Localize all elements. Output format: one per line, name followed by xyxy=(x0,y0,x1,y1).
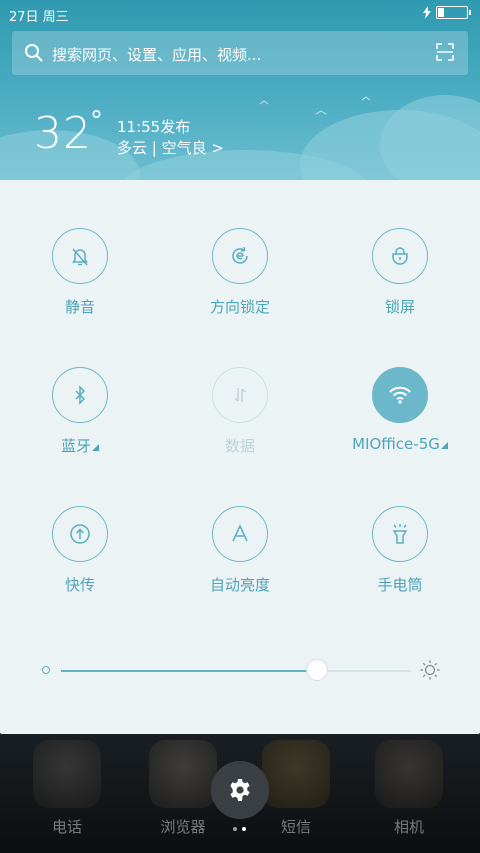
toggle-label: 蓝牙 xyxy=(0,435,160,456)
mobile-data-icon xyxy=(234,388,246,402)
toggle-circle[interactable] xyxy=(52,506,108,562)
charging-icon xyxy=(423,6,431,19)
toggle-circle[interactable] xyxy=(372,367,428,423)
app-label: 浏览器 xyxy=(160,818,206,836)
browser-app-icon xyxy=(149,740,217,808)
camera-app-icon xyxy=(375,740,443,808)
toggle-lock-screen[interactable]: 锁屏 xyxy=(320,228,480,317)
toggle-label: MIOffice-5G xyxy=(320,435,480,453)
lock-icon xyxy=(392,247,408,265)
toggle-circle[interactable] xyxy=(372,228,428,284)
toggle-label: 数据 xyxy=(224,437,255,455)
toggle-label: 手电筒 xyxy=(377,576,423,594)
toggle-mobile-data[interactable]: 数据 xyxy=(160,367,320,456)
search-icon xyxy=(25,44,43,62)
quick-settings-panel: 静音 方向锁定 锁屏 蓝牙 数据 MIOffice-5G 快传 自动亮度 手电筒 xyxy=(0,180,480,734)
flashlight-icon xyxy=(392,524,408,544)
brightness-slider-thumb[interactable] xyxy=(305,659,328,681)
weather-header: 27日 周三 搜索网页、设置、应用、视频... 32 ° 11:55发布 多云 … xyxy=(0,0,480,180)
settings-button[interactable] xyxy=(211,761,269,819)
app-label: 短信 xyxy=(280,818,311,836)
gear-icon xyxy=(230,779,250,801)
toggle-circle[interactable] xyxy=(52,228,108,284)
page-dot-active xyxy=(242,827,246,831)
brightness-low-icon xyxy=(42,666,50,674)
page-dot xyxy=(233,827,237,831)
brightness-slider[interactable] xyxy=(61,659,411,681)
toggle-bluetooth[interactable]: 蓝牙 xyxy=(0,367,160,456)
battery-icon xyxy=(436,6,471,19)
toggle-flashlight[interactable]: 手电筒 xyxy=(320,506,480,595)
search-input[interactable]: 搜索网页、设置、应用、视频... xyxy=(52,44,261,65)
rotation-lock-icon xyxy=(232,246,248,264)
toggle-label: 方向锁定 xyxy=(209,298,270,316)
birds-decoration xyxy=(259,96,371,115)
toggle-circle[interactable] xyxy=(212,506,268,562)
toggle-label: 自动亮度 xyxy=(209,576,270,594)
bell-off-icon xyxy=(72,248,88,266)
share-icon xyxy=(70,524,90,544)
expand-arrow-icon[interactable] xyxy=(440,442,448,449)
toggle-circle[interactable] xyxy=(212,228,268,284)
weather-condition[interactable]: 多云 | 空气良 > xyxy=(117,137,224,158)
app-camera[interactable]: 相机 xyxy=(364,734,454,837)
app-label: 电话 xyxy=(51,818,82,836)
bluetooth-icon xyxy=(75,385,86,405)
scan-icon[interactable] xyxy=(436,43,454,61)
toggle-circle[interactable] xyxy=(372,506,428,562)
degree-symbol: ° xyxy=(90,106,103,136)
app-phone[interactable]: 电话 xyxy=(22,734,112,837)
brightness-slider-fill xyxy=(61,670,317,672)
brightness-high-icon xyxy=(420,660,440,680)
messages-app-icon xyxy=(262,740,330,808)
toggle-rotation-lock[interactable]: 方向锁定 xyxy=(160,228,320,317)
toggle-circle[interactable] xyxy=(52,367,108,423)
toggle-circle[interactable] xyxy=(212,367,268,423)
auto-brightness-icon xyxy=(232,524,248,542)
wifi-icon xyxy=(389,386,411,404)
search-bar[interactable]: 搜索网页、设置、应用、视频... xyxy=(12,31,468,75)
toggle-label: 静音 xyxy=(64,298,95,316)
status-date: 27日 周三 xyxy=(9,10,69,25)
app-label: 相机 xyxy=(393,818,424,836)
weather-time: 11:55发布 xyxy=(117,118,191,136)
temperature[interactable]: 32 xyxy=(34,108,92,159)
page-indicator xyxy=(233,827,246,831)
toggle-share[interactable]: 快传 xyxy=(0,506,160,595)
expand-arrow-icon[interactable] xyxy=(92,444,99,451)
phone-app-icon xyxy=(33,740,101,808)
toggle-auto-brightness[interactable]: 自动亮度 xyxy=(160,506,320,595)
toggle-wifi[interactable]: MIOffice-5G xyxy=(320,367,480,453)
toggle-label: 锁屏 xyxy=(384,298,415,316)
toggle-silent[interactable]: 静音 xyxy=(0,228,160,317)
status-bar: 27日 周三 xyxy=(0,0,480,28)
toggle-label: 快传 xyxy=(64,576,95,594)
